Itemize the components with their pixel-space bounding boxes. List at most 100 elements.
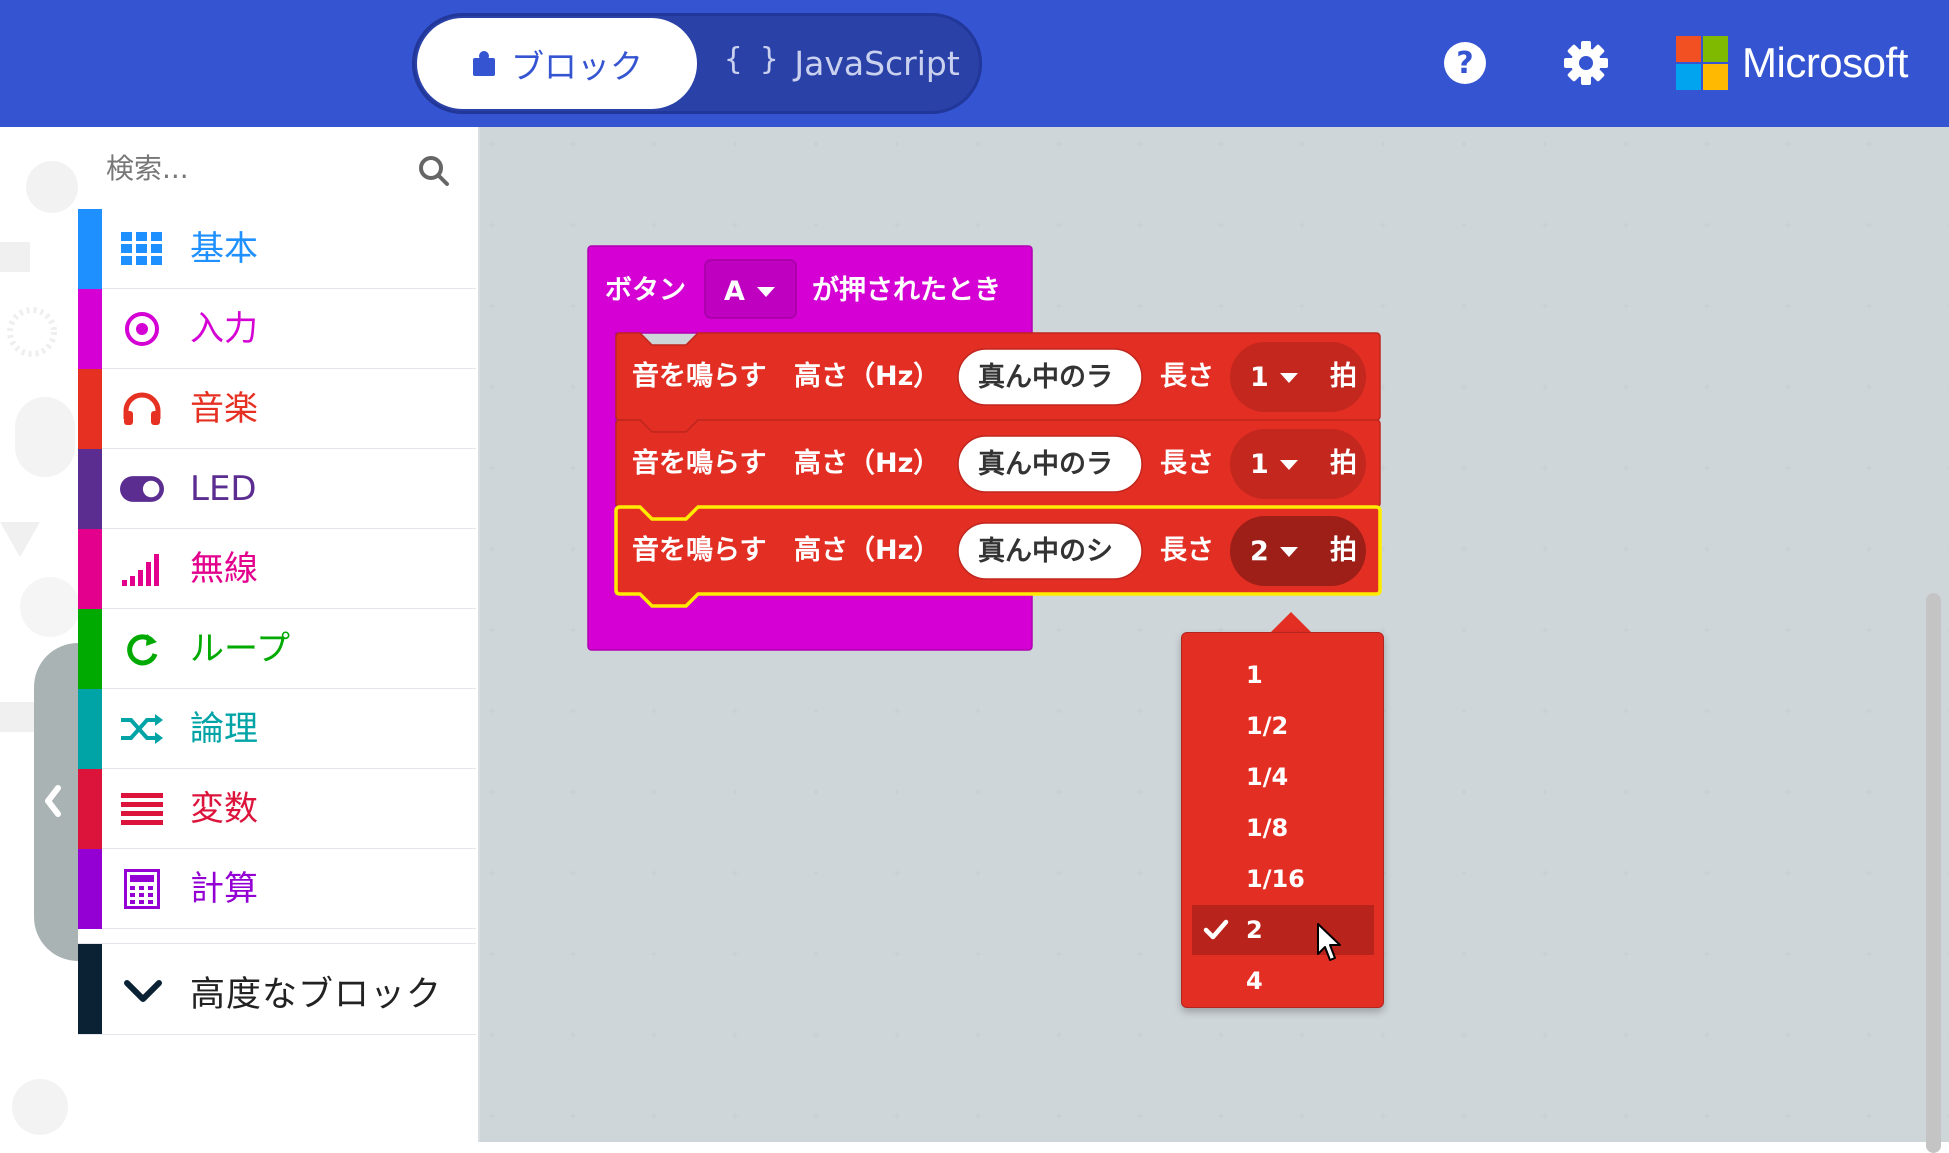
chevron-left-icon (45, 785, 61, 817)
menu-option-label: 1 (1246, 661, 1263, 689)
signal-icon (120, 547, 164, 591)
play-tone-block[interactable]: 音を鳴らす 高さ（Hz） 真ん中のラ 長さ 1 拍 (615, 419, 1381, 520)
note-field[interactable]: 真ん中のシ (957, 522, 1143, 580)
note-field[interactable]: 真ん中のラ (957, 435, 1143, 493)
event-prefix-label: ボタン (605, 275, 686, 306)
simulator-strip (0, 127, 78, 1142)
menu-option-label: 1/8 (1246, 814, 1289, 842)
category-music[interactable]: 音楽 (78, 369, 476, 449)
advanced-blocks-toggle[interactable]: 高度なブロック (78, 943, 476, 1035)
play-tone-label: 音を鳴らす (632, 360, 766, 392)
menu-option-1-8[interactable]: 1/8 (1192, 803, 1374, 853)
toolbox-search (78, 127, 476, 209)
category-label: 論理 (190, 709, 258, 749)
grid-icon (120, 227, 164, 271)
menu-option-4[interactable]: 4 (1192, 956, 1374, 1006)
play-tone-block[interactable]: 音を鳴らす 高さ（Hz） 真ん中のラ 長さ 1 拍 (615, 332, 1381, 433)
category-color-bar (78, 449, 102, 529)
calculator-icon (120, 867, 164, 911)
category-color-bar (78, 689, 102, 769)
beats-unit: 拍 (1330, 535, 1357, 566)
menu-option-label: 1/16 (1246, 865, 1305, 893)
javascript-tab[interactable]: { } JavaScript (712, 18, 972, 109)
note-field[interactable]: 真ん中のラ (957, 348, 1143, 406)
note-value: 真ん中のラ (978, 449, 1113, 480)
button-dropdown-value: A (724, 276, 745, 307)
beats-dropdown[interactable]: 1 拍 (1230, 429, 1366, 499)
blocks-tab-label: ブロック (511, 46, 643, 86)
microsoft-logo-icon (1676, 36, 1728, 90)
checkmark-icon (1203, 919, 1229, 940)
pitch-label: 高さ（Hz） (794, 360, 940, 392)
search-icon[interactable] (418, 155, 450, 187)
menu-option-label: 1/2 (1246, 712, 1289, 740)
toolbox: 基本 入力 音楽 LED 無線 (78, 127, 480, 1142)
length-label: 長さ (1160, 448, 1214, 479)
shuffle-icon (120, 707, 164, 751)
collapse-simulator-button[interactable] (34, 643, 78, 961)
category-radio[interactable]: 無線 (78, 529, 476, 609)
header-bar: ブロック { } JavaScript ? Microsoft (0, 0, 1949, 127)
blocks-tab[interactable]: ブロック (417, 18, 697, 109)
microsoft-logo[interactable]: Microsoft (1676, 36, 1908, 90)
help-icon[interactable]: ? (1442, 40, 1488, 86)
category-color-bar (78, 769, 102, 849)
headphones-icon (120, 387, 164, 431)
length-label: 長さ (1160, 361, 1214, 392)
category-label: 変数 (190, 789, 258, 829)
category-label: 音楽 (190, 389, 258, 429)
chevron-down-icon (124, 980, 162, 1002)
button-dropdown[interactable]: A (704, 259, 797, 319)
category-color-bar (78, 529, 102, 609)
advanced-blocks-label: 高度なブロック (190, 975, 443, 1015)
category-color-bar (78, 849, 102, 929)
category-math[interactable]: 計算 (78, 849, 476, 929)
category-color-bar (78, 609, 102, 689)
note-value: 真ん中のラ (978, 362, 1113, 393)
category-label: LED (190, 469, 257, 509)
beats-unit: 拍 (1330, 448, 1357, 479)
menu-option-label: 2 (1246, 916, 1263, 944)
gear-icon[interactable] (1563, 40, 1609, 86)
brand-name: Microsoft (1742, 39, 1908, 86)
puzzle-icon (473, 50, 495, 76)
beats-value: 1 (1250, 449, 1269, 480)
menu-option-1[interactable]: 1 (1192, 650, 1374, 700)
menu-option-label: 1/4 (1246, 763, 1289, 791)
search-input[interactable] (104, 147, 408, 189)
workspace-scrollbar[interactable] (1926, 593, 1941, 1153)
category-color-bar (78, 369, 102, 449)
category-basic[interactable]: 基本 (78, 209, 476, 289)
category-input[interactable]: 入力 (78, 289, 476, 369)
category-label: ループ (190, 629, 290, 669)
pitch-label: 高さ（Hz） (794, 534, 940, 566)
note-value: 真ん中のシ (978, 536, 1113, 567)
category-label: 計算 (190, 869, 258, 909)
event-suffix-label: が押されたとき (812, 274, 1001, 306)
category-loops[interactable]: ループ (78, 609, 476, 689)
menu-option-2-selected[interactable]: 2 (1192, 905, 1374, 955)
editor-mode-switch: ブロック { } JavaScript (412, 13, 982, 114)
category-variables[interactable]: 変数 (78, 769, 476, 849)
category-led[interactable]: LED (78, 449, 476, 529)
play-tone-block-selected[interactable]: 音を鳴らす 高さ（Hz） 真ん中のシ 長さ 2 拍 (614, 505, 1382, 608)
loop-icon (120, 627, 164, 671)
category-color-bar (78, 289, 102, 369)
pitch-label: 高さ（Hz） (794, 447, 940, 479)
length-label: 長さ (1160, 535, 1214, 566)
beats-dropdown-open[interactable]: 2 拍 (1230, 516, 1366, 586)
play-tone-label: 音を鳴らす (632, 447, 766, 479)
menu-option-1-2[interactable]: 1/2 (1192, 701, 1374, 751)
beats-dropdown-menu: 1 1/2 1/4 1/8 1/16 2 4 (1181, 632, 1384, 1008)
beats-value: 1 (1250, 362, 1269, 393)
menu-option-1-4[interactable]: 1/4 (1192, 752, 1374, 802)
menu-pointer (1270, 612, 1312, 633)
menu-option-label: 4 (1246, 967, 1263, 995)
javascript-tab-label: JavaScript (794, 44, 960, 83)
svg-text:?: ? (1456, 46, 1473, 81)
beats-dropdown[interactable]: 1 拍 (1230, 342, 1366, 412)
category-label: 基本 (190, 229, 258, 269)
menu-option-1-16[interactable]: 1/16 (1192, 854, 1374, 904)
category-logic[interactable]: 論理 (78, 689, 476, 769)
target-icon (120, 307, 164, 351)
